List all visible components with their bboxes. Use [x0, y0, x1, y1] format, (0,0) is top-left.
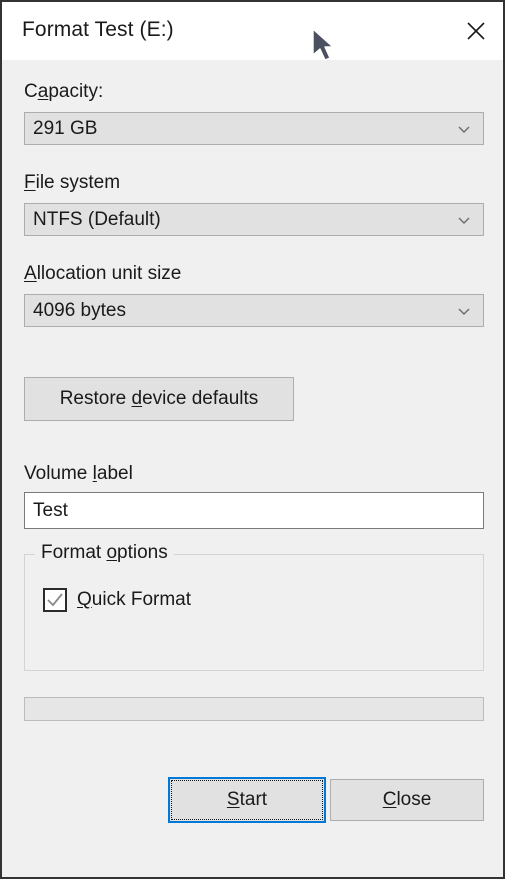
- quick-format-checkbox[interactable]: Quick Format: [43, 588, 191, 612]
- title-bar: Format Test (E:): [2, 2, 503, 61]
- volume-label-label: Volume label: [24, 463, 133, 484]
- volume-label-input[interactable]: Test: [24, 492, 484, 529]
- restore-device-defaults-button[interactable]: Restore device defaults: [24, 377, 294, 421]
- restore-device-defaults-label: Restore device defaults: [59, 388, 259, 409]
- format-dialog: Format Test (E:) Capacity: 291 GB File s…: [0, 0, 505, 879]
- quick-format-label: Quick Format: [77, 589, 192, 610]
- chevron-down-icon: [458, 126, 470, 133]
- format-options-group: Format options Quick Format: [24, 542, 484, 671]
- window-title: Format Test (E:): [22, 18, 174, 41]
- checkmark-icon: [47, 593, 63, 607]
- capacity-label: Capacity:: [24, 81, 104, 102]
- close-action-button[interactable]: Close: [330, 779, 484, 821]
- file-system-dropdown[interactable]: NTFS (Default): [24, 203, 484, 236]
- close-icon: [467, 21, 485, 40]
- start-button[interactable]: Start: [168, 777, 326, 823]
- allocation-unit-size-label: Allocation unit size: [24, 263, 182, 284]
- close-button[interactable]: [449, 2, 503, 59]
- start-label: Start: [226, 789, 268, 810]
- chevron-down-icon: [458, 217, 470, 224]
- allocation-unit-size-dropdown[interactable]: 4096 bytes: [24, 294, 484, 327]
- format-options-title: Format options: [35, 542, 174, 564]
- checkbox-box: [43, 588, 67, 612]
- capacity-value: 291 GB: [33, 117, 98, 139]
- chevron-down-icon: [458, 308, 470, 315]
- file-system-label: File system: [24, 172, 121, 193]
- volume-label-value: Test: [33, 499, 68, 521]
- close-label: Close: [382, 789, 432, 810]
- progress-bar: [24, 697, 484, 721]
- file-system-value: NTFS (Default): [33, 208, 161, 230]
- allocation-unit-size-value: 4096 bytes: [33, 299, 126, 321]
- dialog-body: Capacity: 291 GB File system NTFS (Defau…: [2, 60, 503, 877]
- capacity-dropdown[interactable]: 291 GB: [24, 112, 484, 145]
